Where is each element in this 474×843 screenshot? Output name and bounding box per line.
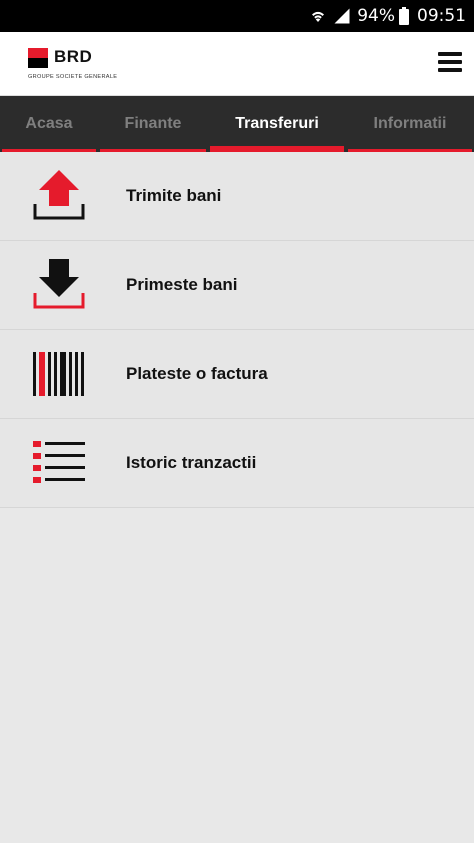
- list-item-plateste-factura[interactable]: Plateste o factura: [0, 330, 474, 419]
- list-item-label: Trimite bani: [126, 186, 222, 205]
- logo-tagline: GROUPE SOCIETE GENERALE: [28, 74, 118, 80]
- logo-mark: [28, 48, 48, 68]
- logo-name: BRD: [54, 47, 93, 66]
- tab-bar: Acasa Finante Transferuri Informatii: [0, 96, 474, 152]
- status-bar: 94% 09:51: [0, 0, 474, 32]
- list-item-trimite-bani[interactable]: Trimite bani: [0, 152, 474, 241]
- brd-logo: BRD GROUPE SOCIETE GENERALE: [28, 46, 148, 86]
- clock: 09:51: [417, 6, 466, 26]
- tab-transferuri[interactable]: Transferuri: [208, 96, 346, 152]
- tab-finante[interactable]: Finante: [98, 96, 208, 152]
- download-icon: [33, 259, 85, 309]
- signal-icon: [334, 8, 350, 24]
- transfer-options-list: Trimite bani Primeste bani Plateste o fa: [0, 152, 474, 508]
- list-icon: [33, 441, 85, 483]
- list-item-label: Istoric tranzactii: [126, 453, 257, 472]
- list-item-primeste-bani[interactable]: Primeste bani: [0, 241, 474, 330]
- tab-acasa[interactable]: Acasa: [0, 96, 98, 152]
- battery-percent: 94%: [357, 6, 395, 26]
- tab-informatii[interactable]: Informatii: [346, 96, 474, 152]
- list-item-label: Primeste bani: [126, 275, 238, 294]
- empty-content-area: [0, 508, 474, 843]
- hamburger-menu-icon[interactable]: [438, 52, 462, 74]
- list-item-label: Plateste o factura: [126, 364, 268, 383]
- upload-icon: [33, 170, 85, 220]
- wifi-icon: [312, 11, 325, 22]
- list-item-istoric-tranzactii[interactable]: Istoric tranzactii: [0, 419, 474, 508]
- barcode-icon: [33, 352, 84, 396]
- battery-icon: [399, 7, 409, 25]
- app-header: BRD GROUPE SOCIETE GENERALE: [0, 32, 474, 96]
